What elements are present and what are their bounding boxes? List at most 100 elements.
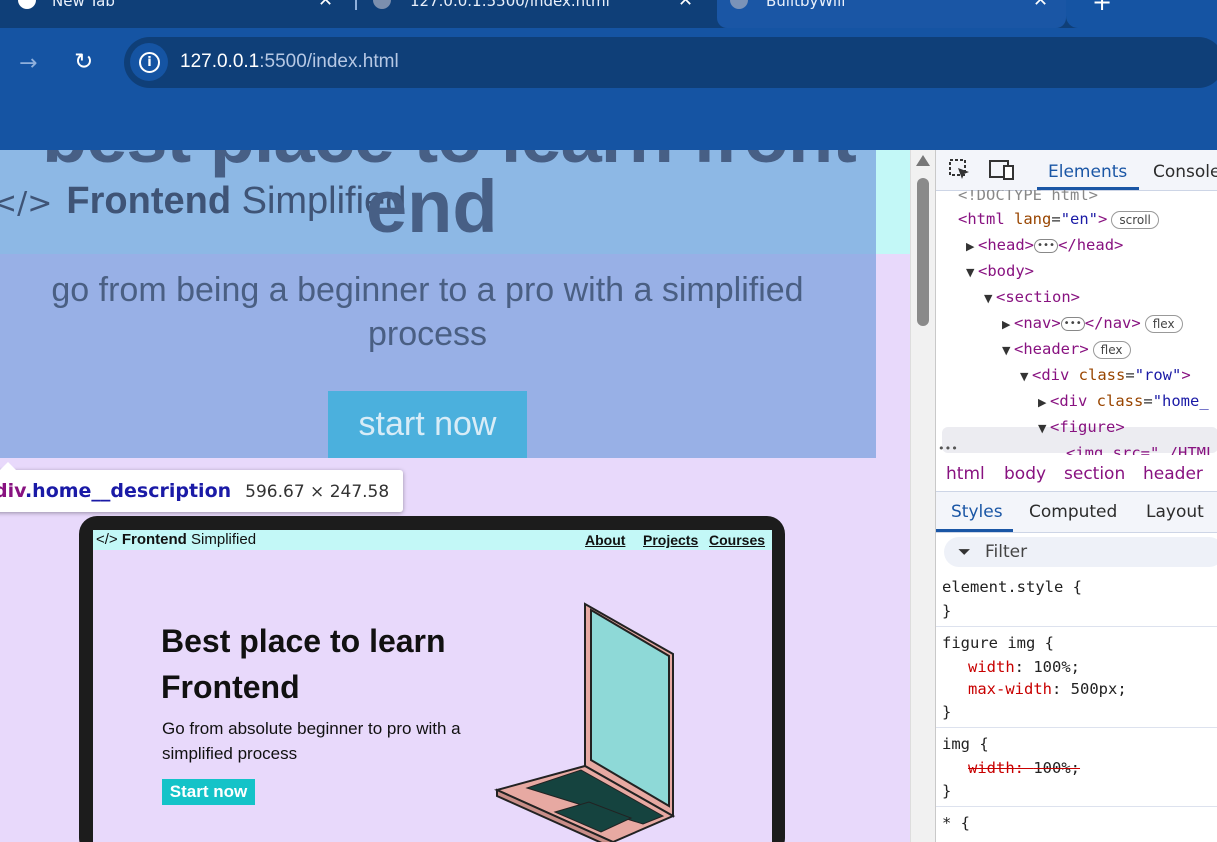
rule-img[interactable]: img {: [942, 733, 989, 755]
dom-figure[interactable]: ▼ <figure>: [1038, 414, 1125, 440]
tab-separator: [355, 0, 357, 10]
html-tag-close: >: [1098, 210, 1108, 228]
breadcrumb: html body section header: [936, 457, 1217, 492]
chrome-favicon-icon: [18, 0, 36, 9]
preview-heading: Best place to learn Frontend: [161, 623, 446, 705]
tab-new-tab[interactable]: New Tab ✕: [0, 0, 355, 28]
filter-funnel-icon: ⏷: [958, 542, 971, 561]
decl-width[interactable]: width: 100%;: [968, 656, 1080, 678]
expand-arrow-icon[interactable]: ▶: [966, 234, 978, 260]
page-scrollbar[interactable]: [910, 150, 935, 842]
rule-universal[interactable]: * {: [942, 812, 970, 834]
url-path: :5500/index.html: [259, 51, 399, 72]
code-brackets-icon: </>: [0, 186, 53, 221]
reload-icon[interactable]: ↻: [74, 49, 93, 75]
tab-builtbywill[interactable]: BuiltbyWill ✕: [717, 0, 1066, 28]
header-tag: <header>: [1014, 340, 1089, 358]
tooltip-tag: div: [0, 480, 25, 502]
dom-head[interactable]: ▶ <head> ••• </head>: [966, 232, 1123, 258]
rule-close: }: [942, 703, 952, 721]
tab-console[interactable]: Console: [1153, 162, 1217, 182]
prop-value: 500px;: [1070, 680, 1127, 698]
rule-divider: [936, 806, 1217, 807]
rule-figure-img[interactable]: figure img {: [942, 632, 1054, 654]
tab-layout[interactable]: Layout: [1146, 502, 1204, 522]
decl-width-overridden[interactable]: width: 100%;: [968, 757, 1080, 779]
device-toolbar-icon[interactable]: [989, 159, 1015, 181]
flex-badge[interactable]: flex: [1144, 314, 1183, 333]
nav-close: </nav>: [1084, 314, 1141, 332]
dom-section[interactable]: ▼ <section>: [984, 284, 1080, 310]
collapse-arrow-icon[interactable]: ▼: [1020, 364, 1032, 390]
expand-arrow-icon[interactable]: ▶: [1002, 312, 1014, 338]
dom-html[interactable]: <html lang="en"> scroll: [958, 206, 1159, 232]
scrollbar-thumb[interactable]: [917, 178, 929, 326]
forward-arrow-icon[interactable]: →: [19, 51, 37, 76]
laptop-illustration-icon: [494, 602, 676, 842]
filter-placeholder: Filter: [985, 542, 1028, 562]
logo-bold-text: Frontend: [66, 180, 232, 222]
tab-close-icon[interactable]: ✕: [1033, 0, 1048, 11]
dom-header[interactable]: ▼ <header> flex: [1002, 336, 1131, 362]
prop-name: width: [968, 759, 1015, 777]
figure-tag: <figure>: [1050, 418, 1125, 436]
inspect-tooltip: div.home__description 596.67 × 247.58: [0, 462, 404, 512]
url-host: 127.0.0.1: [180, 51, 260, 72]
info-icon: i: [139, 52, 160, 73]
dom-nav[interactable]: ▶ <nav> ••• </nav> flex: [1002, 310, 1183, 336]
decl-max-width[interactable]: max-width: 500px;: [968, 678, 1127, 700]
site-preview-screen: </> Frontend Simplified About Projects C…: [93, 530, 772, 842]
tab-close-icon[interactable]: ✕: [318, 0, 333, 11]
browser-toolbar: → ↻ i 127.0.0.1:5500/index.html: [0, 28, 1217, 152]
start-now-button[interactable]: start now: [328, 391, 527, 458]
collapse-arrow-icon[interactable]: ▼: [984, 286, 996, 312]
dom-body[interactable]: ▼ <body>: [966, 258, 1034, 284]
new-tab-button[interactable]: +: [1066, 0, 1217, 28]
site-info-button[interactable]: i: [130, 43, 168, 81]
preview-code-icon: </>: [96, 531, 118, 548]
dom-ellipsis-icon[interactable]: •••: [938, 436, 958, 455]
dom-tree: <!DOCTYPE html> <html lang="en"> scroll ▶…: [936, 190, 1217, 455]
url-text[interactable]: 127.0.0.1:5500/index.html: [180, 51, 399, 73]
tab-styles[interactable]: Styles: [951, 502, 1003, 522]
tab-elements[interactable]: Elements: [1048, 162, 1127, 182]
flex-badge[interactable]: flex: [1092, 340, 1131, 359]
collapse-arrow-icon[interactable]: ▼: [1038, 416, 1050, 442]
inspect-element-icon[interactable]: [949, 159, 971, 181]
tab-close-icon[interactable]: ✕: [678, 0, 693, 11]
crumb-body[interactable]: body: [1004, 464, 1046, 484]
head-close: </head>: [1058, 236, 1124, 254]
scroll-up-arrow-icon[interactable]: [916, 155, 930, 166]
class-value: "row": [1134, 366, 1182, 384]
address-bar[interactable]: i 127.0.0.1:5500/index.html: [124, 37, 1217, 88]
img-tag: <img src="./HTML: [1066, 444, 1216, 455]
rule-element-style[interactable]: element.style {: [942, 576, 1082, 598]
crumb-header[interactable]: header: [1143, 464, 1203, 484]
tab-localhost[interactable]: 127.0.0.1:5500/index.html ✕: [360, 0, 715, 28]
ellipsis-icon[interactable]: •••: [1060, 316, 1085, 331]
collapse-arrow-icon[interactable]: ▼: [1002, 338, 1014, 364]
ellipsis-icon[interactable]: •••: [1034, 238, 1059, 253]
active-styles-indicator: [936, 529, 1013, 532]
preview-link-projects: Projects: [643, 532, 699, 548]
plus-icon: +: [1092, 0, 1113, 16]
collapse-arrow-icon[interactable]: ▼: [966, 260, 978, 286]
styles-filter-input[interactable]: ⏷ Filter: [944, 537, 1217, 567]
class-value: "home_: [1152, 392, 1209, 410]
tab-title: BuiltbyWill: [766, 0, 846, 10]
crumb-section[interactable]: section: [1064, 464, 1125, 484]
globe-favicon-icon: [373, 0, 391, 9]
dom-div-row[interactable]: ▼ <div class="row">: [1020, 362, 1191, 388]
crumb-html[interactable]: html: [946, 464, 985, 484]
preview-link-courses: Courses: [709, 532, 766, 548]
scroll-badge[interactable]: scroll: [1111, 210, 1159, 229]
rule-close: }: [942, 602, 952, 620]
expand-arrow-icon[interactable]: ▶: [1038, 390, 1050, 416]
tab-computed[interactable]: Computed: [1029, 502, 1117, 522]
tooltip-class: .home__description: [24, 480, 232, 502]
site-logo[interactable]: </> Frontend Simplified: [0, 180, 406, 223]
rule-divider: [936, 727, 1217, 728]
preview-logo-light: Simplified: [191, 531, 257, 548]
dom-img[interactable]: <img src="./HTML: [1066, 440, 1215, 455]
dom-div-home[interactable]: ▶ <div class="home_: [1038, 388, 1209, 414]
